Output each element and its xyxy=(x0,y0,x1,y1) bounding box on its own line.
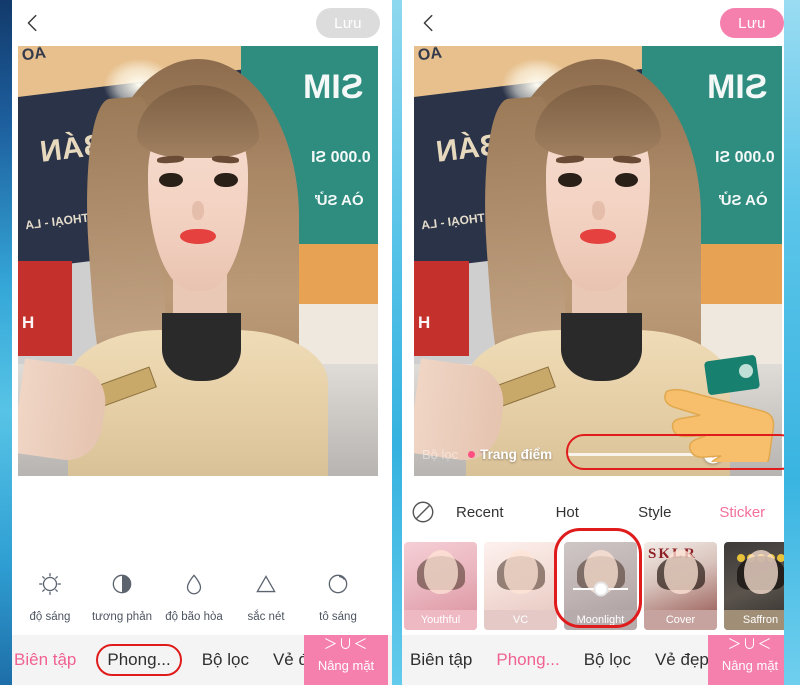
tab-sticker[interactable]: Sticker xyxy=(699,504,787,521)
adjust-brightness[interactable]: độ sáng xyxy=(14,571,86,623)
nang-mat-button[interactable]: ＞∪＜ Nâng mặt xyxy=(304,635,388,685)
sticker-thumb-label: Youthful xyxy=(404,610,477,630)
right-blue-edge xyxy=(784,0,800,685)
smile-arc-icon: ＞∪＜ xyxy=(727,635,773,652)
makeup-slider-label: Trang điểm xyxy=(480,446,553,462)
adjust-contrast-label: tương phản xyxy=(91,611,152,623)
left-phone-panel: Lưu SIM 0.000 SI ÒA SỬ I - GÓP Ý: B xyxy=(0,0,396,685)
slider-bullet-icon xyxy=(468,450,476,458)
contrast-circle-icon xyxy=(109,571,135,602)
left-bottom-nav[interactable]: Biên tập Phong... Bộ lọc Vẻ đẹp Tra ＞∪＜ … xyxy=(0,635,396,685)
nang-mat-label: Nâng mặt xyxy=(317,657,375,673)
adjust-brightness-label: độ sáng xyxy=(29,611,71,623)
sticker-thumb-label: Moonlight xyxy=(564,610,637,630)
center-blue-divider xyxy=(392,0,402,685)
nav-ve-dep[interactable]: Vẻ đẹp xyxy=(651,646,713,674)
adjust-contrast[interactable]: tương phản xyxy=(86,571,158,623)
nang-mat-label: Nâng mặt xyxy=(721,657,779,673)
brightness-sun-icon xyxy=(37,571,63,602)
save-button[interactable]: Lưu xyxy=(316,8,380,38)
photo-preview-left[interactable]: SIM 0.000 SI ÒA SỬ I - GÓP Ý: BÁN I THOẠ… xyxy=(18,46,378,476)
nav-phong[interactable]: Phong... xyxy=(96,644,182,676)
sticker-thumb-moonlight[interactable]: Moonlight xyxy=(564,542,637,630)
tab-recent[interactable]: Recent xyxy=(436,504,524,521)
sharpness-triangle-icon xyxy=(253,571,279,602)
adjust-sharpness-label: sắc nét xyxy=(247,611,285,623)
filter-faded-label: Bộ lọc xyxy=(422,446,459,462)
thumb-intensity-slider[interactable] xyxy=(572,587,629,590)
sticker-thumb-youthful[interactable]: Youthful xyxy=(404,542,477,630)
right-top-bar: Lưu xyxy=(396,0,800,46)
adjust-sharpness[interactable]: sắc nét xyxy=(230,571,302,623)
highlight-circle-icon xyxy=(325,571,351,602)
sticker-thumb-label: Cover xyxy=(644,610,717,630)
sticker-thumb-label: VC xyxy=(484,610,557,630)
photo-subject xyxy=(18,46,378,476)
chevron-left-icon[interactable] xyxy=(418,12,440,34)
pointing-hand-cursor xyxy=(658,352,778,477)
right-phone-panel: Lưu SIM 0.000 SI ÒA SỬ I - GÓP Ý: B xyxy=(396,0,800,685)
right-bottom-nav[interactable]: Biên tập Phong... Bộ lọc Vẻ đẹp Tra ＞∪＜ … xyxy=(396,635,800,685)
nav-phong[interactable]: Phong... xyxy=(492,646,563,674)
chevron-left-icon[interactable] xyxy=(22,12,44,34)
nav-bien-tap[interactable]: Biên tập xyxy=(406,646,476,674)
screenshot-stage: Lưu SIM 0.000 SI ÒA SỬ I - GÓP Ý: B xyxy=(0,0,800,685)
left-blue-edge xyxy=(0,0,12,685)
sticker-thumb-vc[interactable]: VC xyxy=(484,542,557,630)
adjustment-tools-strip[interactable]: độ sáng tương phản độ bão hòa sắc nét tô… xyxy=(0,559,396,635)
adjust-highlight[interactable]: tô sáng xyxy=(302,571,374,623)
sticker-thumbnail-row[interactable]: Youthful VC Moonlight SKLR Cover Saffron xyxy=(396,537,800,635)
nang-mat-button[interactable]: ＞∪＜ Nâng mặt xyxy=(708,635,792,685)
tab-style[interactable]: Style xyxy=(611,504,699,521)
no-filter-icon[interactable] xyxy=(410,499,436,525)
left-top-bar: Lưu xyxy=(0,0,396,46)
tab-hot[interactable]: Hot xyxy=(524,504,612,521)
smile-arc-icon: ＞∪＜ xyxy=(323,635,369,652)
adjust-saturation[interactable]: độ bão hòa xyxy=(158,571,230,623)
adjust-saturation-label: độ bão hòa xyxy=(165,611,223,623)
saturation-drop-icon xyxy=(181,571,207,602)
sticker-category-tabs[interactable]: Recent Hot Style Sticker xyxy=(396,489,800,535)
nav-bo-loc[interactable]: Bộ lọc xyxy=(198,646,253,674)
save-button[interactable]: Lưu xyxy=(720,8,784,38)
sticker-thumb-cover[interactable]: SKLR Cover xyxy=(644,542,717,630)
nav-bien-tap[interactable]: Biên tập xyxy=(10,646,80,674)
adjust-highlight-label: tô sáng xyxy=(319,611,357,623)
nav-bo-loc[interactable]: Bộ lọc xyxy=(580,646,635,674)
